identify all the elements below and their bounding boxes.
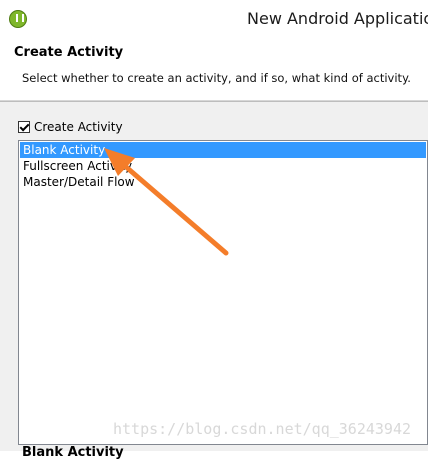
annotation-arrow [104,148,229,256]
arrow-shaft [115,157,229,256]
